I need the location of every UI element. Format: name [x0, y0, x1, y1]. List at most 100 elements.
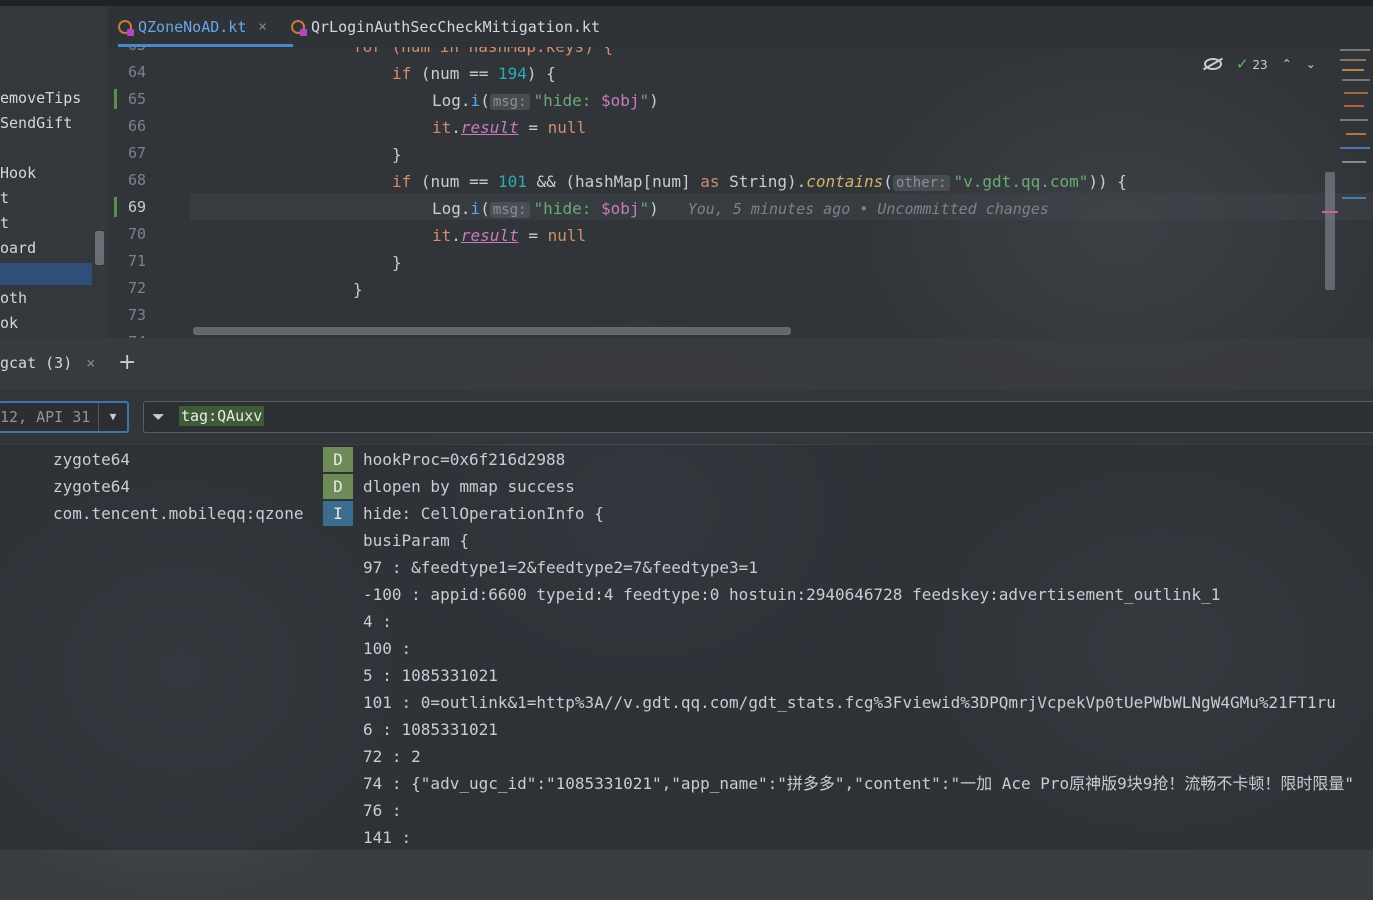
code-line-64: if (num == 194) {: [392, 64, 556, 83]
log-message: 101 : 0=outlink&1=http%3A//v.gdt.qq.com/…: [363, 693, 1336, 712]
line-number: 67: [128, 144, 147, 162]
log-level-badge: I: [323, 501, 353, 526]
device-selector[interactable]: 12, API 31 ▼: [0, 401, 129, 433]
next-highlight-icon[interactable]: ⌄: [1306, 57, 1316, 71]
line-number: 64: [128, 63, 147, 81]
sidebar-item[interactable]: emoveTips: [0, 89, 81, 107]
log-row[interactable]: zygote64 DhookProc=0x6f216d2988: [0, 446, 1373, 473]
code-line-63: for (num in hashMap.keys) {: [353, 47, 613, 60]
log-message: 5 : 1085331021: [363, 666, 498, 685]
code-line-65: Log.i(msg: "hide: $obj"): [432, 91, 659, 110]
error-stripe[interactable]: [1322, 47, 1373, 227]
log-row[interactable]: 4 :: [0, 608, 1373, 635]
inspection-widget[interactable]: ✓ 23 ⌃ ⌄: [1204, 55, 1316, 73]
sidebar-item[interactable]: t: [0, 214, 9, 232]
kotlin-file-icon: [291, 19, 307, 36]
sidebar-item-selected[interactable]: [0, 263, 92, 285]
sidebar-item[interactable]: oard: [0, 239, 36, 257]
log-message: 100 :: [363, 639, 412, 658]
chevron-down-icon: ▼: [98, 403, 127, 431]
log-message: -100 : appid:6600 typeid:4 feedtype:0 ho…: [363, 585, 1221, 604]
log-process: zygote64: [53, 450, 131, 469]
logcat-filter-row: 12, API 31 ▼ ⏷ tag:QAuxv ×: [0, 390, 1373, 444]
logcat-tab-bar: gcat (3) × +: [0, 338, 1373, 390]
log-row[interactable]: -100 : appid:6600 typeid:4 feedtype:0 ho…: [0, 581, 1373, 608]
sidebar-scrollbar[interactable]: [95, 231, 104, 265]
sidebar-item[interactable]: oth: [0, 289, 27, 307]
close-icon[interactable]: ×: [258, 19, 266, 35]
log-message: 141 :: [363, 828, 412, 847]
log-row[interactable]: 97 : &feedtype1=2&feedtype2=7&feedtype3=…: [0, 554, 1373, 581]
line-number: 66: [128, 117, 147, 135]
line-gutter: 63 64 65 66 67 68 69 70 71 72 73 74: [108, 47, 190, 338]
log-message: busiParam {: [363, 531, 469, 550]
eye-hidden-icon[interactable]: [1204, 58, 1222, 70]
param-hint: msg:: [489, 94, 530, 110]
code-editor[interactable]: 63 64 65 66 67 68 69 70 71 72 73 74 for …: [108, 47, 1373, 338]
log-row[interactable]: 76 :: [0, 797, 1373, 824]
log-row[interactable]: 72 : 2: [0, 743, 1373, 770]
add-tab-icon[interactable]: +: [118, 350, 136, 375]
code-line-68: if (num == 101 && (hashMap[num] as Strin…: [392, 172, 1127, 191]
line-number: 73: [128, 306, 147, 324]
sidebar-item[interactable]: SendGift: [0, 114, 72, 132]
sidebar-item[interactable]: t: [0, 189, 9, 207]
prev-highlight-icon[interactable]: ⌃: [1282, 57, 1292, 71]
log-row[interactable]: 141 :: [0, 824, 1373, 850]
logcat-output[interactable]: zygote64 DhookProc=0x6f216d2988 zygote64 Dd…: [0, 445, 1373, 850]
log-message: hide: CellOperationInfo {: [363, 504, 604, 523]
line-number: 70: [128, 225, 147, 243]
kotlin-file-icon: [118, 19, 134, 36]
project-sidebar: emoveTips SendGift Hook t t oard oth ok: [0, 6, 108, 338]
log-message: 97 : &feedtype1=2&feedtype2=7&feedtype3=…: [363, 558, 758, 577]
vertical-scrollbar[interactable]: [1325, 172, 1335, 290]
log-message: 6 : 1085331021: [363, 720, 498, 739]
log-row[interactable]: 101 : 0=outlink&1=http%3A//v.gdt.qq.com/…: [0, 689, 1373, 716]
log-row[interactable]: zygote64 Ddlopen by mmap success: [0, 473, 1373, 500]
close-icon[interactable]: ×: [86, 354, 95, 372]
log-row[interactable]: 5 : 1085331021: [0, 662, 1373, 689]
log-row[interactable]: 100 :: [0, 635, 1373, 662]
line-number: 63: [128, 47, 168, 54]
editor-tabs: QZoneNoAD.kt × QrLoginAuthSecCheckMitiga…: [108, 6, 1373, 48]
check-icon: ✓: [1236, 55, 1249, 73]
sidebar-item[interactable]: Hook: [0, 164, 36, 182]
log-row[interactable]: busiParam {: [0, 527, 1373, 554]
tab-label: QZoneNoAD.kt: [138, 17, 247, 36]
log-process: zygote64: [53, 477, 131, 496]
log-message: 4 :: [363, 612, 392, 631]
log-process: com.tencent.mobileqq:qzone: [53, 504, 304, 523]
tab-qzonenoad[interactable]: QZoneNoAD.kt ×: [118, 6, 293, 47]
code-line-71: }: [392, 253, 402, 272]
log-message: hookProc=0x6f216d2988: [363, 450, 566, 469]
change-marker: [114, 197, 117, 217]
line-number: 68: [128, 171, 147, 189]
inspection-ok[interactable]: ✓ 23: [1236, 55, 1268, 73]
change-marker: [114, 89, 117, 109]
tab-qrloginauth[interactable]: QrLoginAuthSecCheckMitigation.kt: [291, 6, 600, 47]
log-message: 76 :: [363, 801, 402, 820]
line-number: 71: [128, 252, 147, 270]
log-level-badge: D: [323, 474, 353, 499]
log-row[interactable]: 6 : 1085331021: [0, 716, 1373, 743]
log-level-badge: D: [323, 447, 353, 472]
log-message: 74 : {"adv_ugc_id":"1085331021","app_nam…: [363, 774, 1355, 793]
param-hint: other:: [892, 175, 950, 191]
line-number: 72: [128, 279, 147, 297]
git-blame-annotation: You, 5 minutes ago • Uncommitted changes: [687, 200, 1049, 218]
log-message: 72 : 2: [363, 747, 421, 766]
code-line-72: }: [353, 280, 363, 299]
tab-logcat[interactable]: gcat (3) ×: [0, 354, 95, 372]
code-line-67: }: [392, 145, 402, 164]
line-number: 65: [128, 90, 147, 108]
tab-label: QrLoginAuthSecCheckMitigation.kt: [311, 17, 600, 36]
filter-icon[interactable]: ⏷: [152, 407, 165, 427]
log-row[interactable]: com.tencent.mobileqq:qzone Ihide: CellOpe…: [0, 500, 1373, 527]
filter-input[interactable]: ⏷ tag:QAuxv ×: [143, 401, 1373, 433]
horizontal-scrollbar[interactable]: [193, 327, 791, 335]
filter-query[interactable]: tag:QAuxv: [179, 406, 265, 426]
log-row[interactable]: 74 : {"adv_ugc_id":"1085331021","app_nam…: [0, 770, 1373, 797]
code-line-66: it.result = null: [432, 118, 587, 137]
code-line-70: it.result = null: [432, 226, 587, 245]
sidebar-item[interactable]: ok: [0, 314, 18, 332]
